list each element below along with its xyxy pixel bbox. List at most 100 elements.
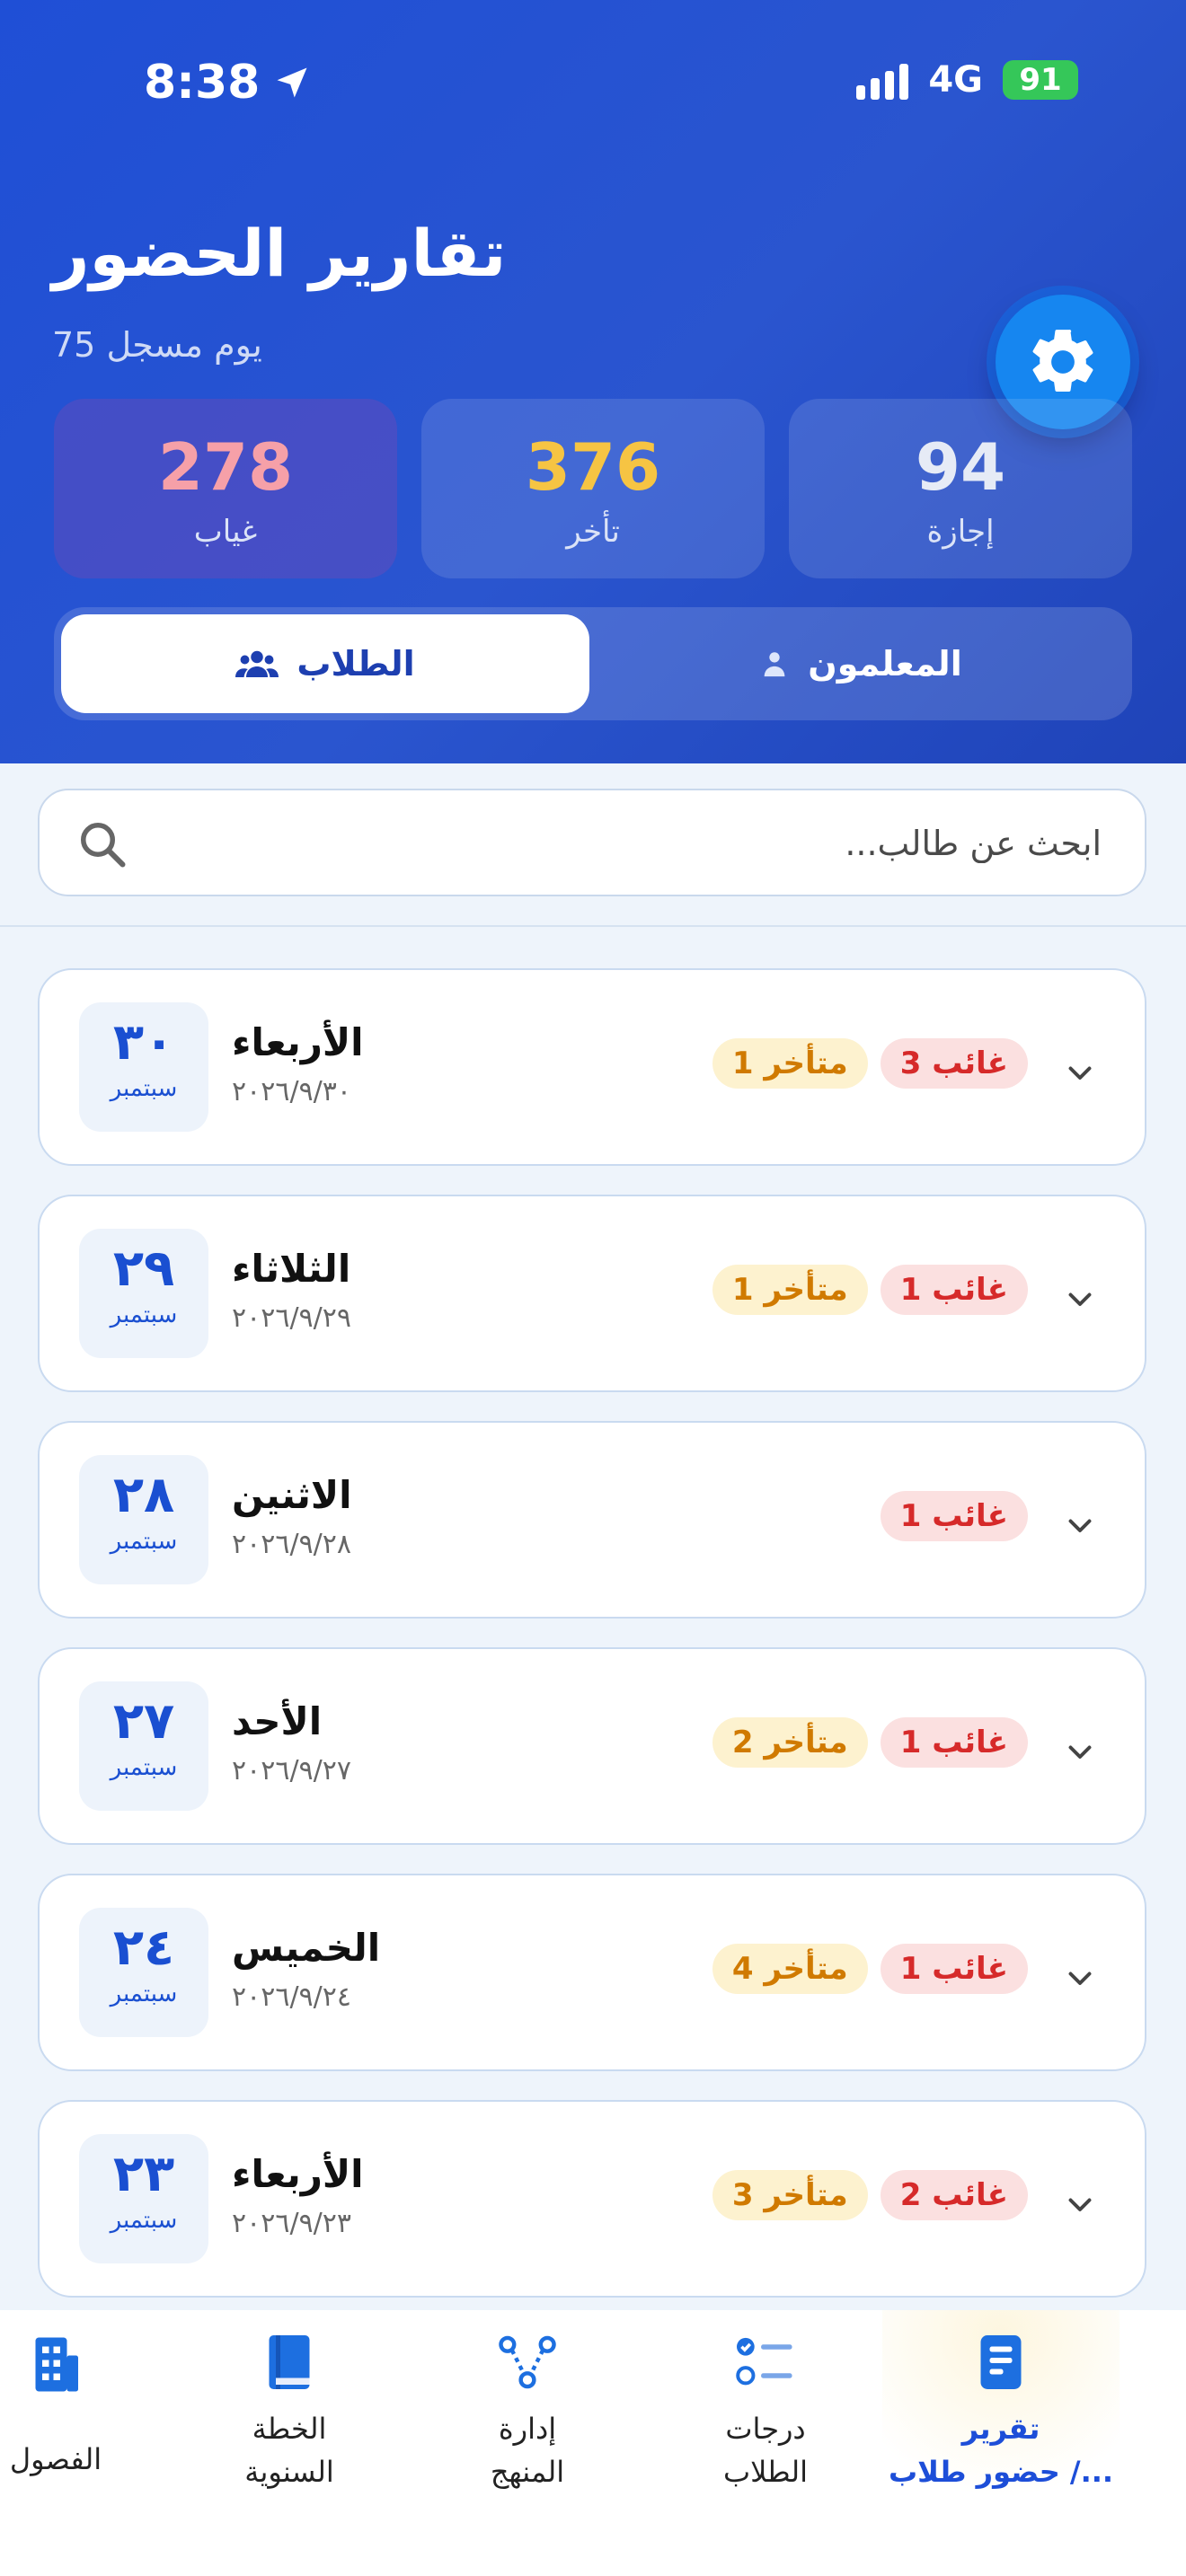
late-badge: 2 متأخر	[712, 1717, 868, 1768]
absent-badge: 1 غائب	[880, 1717, 1028, 1768]
month-name: سبتمبر	[110, 1075, 178, 1102]
stat-leave: 94 إجازة	[789, 399, 1132, 578]
weekday-name: الخميس	[232, 1926, 381, 1970]
date-box: ٢٤ سبتمبر	[79, 1908, 208, 2037]
month-name: سبتمبر	[110, 1528, 178, 1555]
full-date: ٢٠٢٦/٩/٢٧	[232, 1755, 352, 1786]
person-icon	[764, 652, 785, 677]
stat-leave-label: إجازة	[926, 514, 995, 550]
day-card[interactable]: ٢٤ سبتمبر الخميس ٢٠٢٦/٩/٢٤ 4 متأخر 1 غائب	[38, 1874, 1146, 2071]
month-name: سبتمبر	[110, 1981, 178, 2007]
nav-curriculum-label-2: المنهج	[490, 2455, 565, 2489]
date-box: ٢٨ سبتمبر	[79, 1455, 208, 1584]
month-name: سبتمبر	[110, 1754, 178, 1781]
tab-teachers[interactable]: المعلمون	[597, 614, 1125, 713]
full-date: ٢٠٢٦/٩/٢٩	[232, 1302, 352, 1334]
header: 8:38 4G 91 تقارير الحضور 75 يوم مسجل 94 …	[0, 0, 1186, 763]
badges: 4 متأخر 1 غائب	[712, 1944, 1028, 1994]
badges: 1 متأخر 1 غائب	[712, 1265, 1028, 1315]
date-box: ٢٣ سبتمبر	[79, 2134, 208, 2263]
divider	[0, 925, 1186, 927]
nav-annual-plan-label-2: السنوية	[244, 2455, 334, 2489]
nav-classes[interactable]: الفصول	[0, 2310, 174, 2576]
date-box: ٣٠ سبتمبر	[79, 1002, 208, 1132]
nav-attendance-report[interactable]: تقرير حضور طلاب /...	[882, 2310, 1120, 2576]
nav-curriculum[interactable]: إدارة المنهج	[409, 2310, 646, 2576]
nav-curriculum-label-1: إدارة	[498, 2412, 557, 2446]
absent-badge: 1 غائب	[880, 1265, 1028, 1315]
audience-toggle: المعلمون الطلاب	[54, 607, 1132, 720]
weekday-name: الأحد	[232, 1699, 323, 1743]
day-number: ٣٠	[112, 1013, 175, 1072]
weekday-name: الأربعاء	[232, 2152, 364, 2196]
day-number: ٢٤	[112, 1919, 175, 1977]
absent-badge: 2 غائب	[880, 2170, 1028, 2220]
day-card[interactable]: ٢٧ سبتمبر الأحد ٢٠٢٦/٩/٢٧ 2 متأخر 1 غائب	[38, 1647, 1146, 1845]
day-card[interactable]: ٢٨ سبتمبر الاثنين ٢٠٢٦/٩/٢٨ 1 غائب	[38, 1421, 1146, 1619]
weekday-name: الثلاثاء	[232, 1247, 351, 1291]
stat-absent: 278 غياب	[54, 399, 397, 578]
status-indicators: 4G 91	[856, 59, 1078, 101]
battery-icon: 91	[1003, 60, 1078, 100]
nav-attendance-report-label-2: حضور طلاب /...	[888, 2455, 1114, 2489]
badges: 2 متأخر 1 غائب	[712, 1717, 1028, 1768]
late-badge: 3 متأخر	[712, 2170, 868, 2220]
absent-badge: 1 غائب	[880, 1491, 1028, 1541]
gear-icon	[1032, 330, 1093, 392]
nav-attendance-report-label-1: تقرير	[961, 2412, 1040, 2446]
weekday-name: الأربعاء	[232, 1020, 364, 1064]
chevron-down-icon[interactable]	[1064, 1509, 1096, 1541]
nav-classes-label: الفصول	[9, 2442, 102, 2476]
date-box: ٢٩ سبتمبر	[79, 1229, 208, 1358]
clock: 8:38	[144, 56, 261, 110]
stat-late-value: 376	[525, 429, 661, 505]
search-icon	[81, 823, 126, 868]
report-icon	[980, 2335, 1022, 2389]
full-date: ٢٠٢٦/٩/٣٠	[232, 1076, 352, 1107]
chevron-down-icon[interactable]	[1064, 2188, 1096, 2220]
stat-late: 376 تأخر	[421, 399, 765, 578]
stat-late-label: تأخر	[566, 514, 620, 550]
day-number: ٢٣	[112, 2145, 175, 2203]
chevron-down-icon[interactable]	[1064, 1056, 1096, 1089]
nav-annual-plan-label-1: الخطة	[252, 2412, 327, 2446]
recorded-days: 75 يوم مسجل	[52, 325, 262, 365]
checklist-icon	[736, 2337, 792, 2386]
stat-absent-label: غياب	[193, 514, 258, 550]
day-card[interactable]: ٢٣ سبتمبر الأربعاء ٢٠٢٦/٩/٢٣ 3 متأخر 2 غائب	[38, 2100, 1146, 2298]
tab-students[interactable]: الطلاب	[61, 614, 589, 713]
absent-badge: 3 غائب	[880, 1038, 1028, 1089]
late-badge: 1 متأخر	[712, 1265, 868, 1315]
chevron-down-icon[interactable]	[1064, 1962, 1096, 1994]
chevron-down-icon[interactable]	[1064, 1735, 1096, 1768]
tab-students-label: الطلاب	[296, 644, 415, 684]
badges: 1 غائب	[880, 1491, 1028, 1541]
day-number: ٢٩	[112, 1239, 175, 1298]
day-number: ٢٧	[112, 1692, 175, 1751]
late-badge: 1 متأخر	[712, 1038, 868, 1089]
chevron-down-icon[interactable]	[1064, 1283, 1096, 1315]
status-time: 8:38	[144, 56, 312, 110]
full-date: ٢٠٢٦/٩/٢٤	[232, 1981, 352, 2013]
full-date: ٢٠٢٦/٩/٢٣	[232, 2208, 352, 2239]
book-icon	[269, 2335, 310, 2389]
date-box: ٢٧ سبتمبر	[79, 1681, 208, 1811]
day-card[interactable]: ٢٩ سبتمبر الثلاثاء ٢٠٢٦/٩/٢٩ 1 متأخر 1 غائب	[38, 1195, 1146, 1392]
flow-icon	[499, 2335, 556, 2389]
signal-icon	[856, 60, 909, 100]
nav-annual-plan[interactable]: الخطة السنوية	[171, 2310, 408, 2576]
full-date: ٢٠٢٦/٩/٢٨	[232, 1529, 352, 1560]
month-name: سبتمبر	[110, 1301, 178, 1328]
day-card[interactable]: ٣٠ سبتمبر الأربعاء ٢٠٢٦/٩/٣٠ 1 متأخر 3 غائب	[38, 968, 1146, 1166]
nav-student-grades[interactable]: درجات الطلاب	[647, 2310, 884, 2576]
badges: 1 متأخر 3 غائب	[712, 1038, 1028, 1089]
day-number: ٢٨	[112, 1466, 175, 1524]
search-bar	[38, 789, 1146, 896]
badges: 3 متأخر 2 غائب	[712, 2170, 1028, 2220]
bottom-navigation: الفصول الخطة السنوية إدارة المنهج درجات …	[0, 2310, 1186, 2576]
stat-leave-value: 94	[915, 429, 1006, 505]
month-name: سبتمبر	[110, 2207, 178, 2234]
nav-student-grades-label-1: درجات	[725, 2412, 806, 2446]
search-input[interactable]	[147, 807, 1103, 880]
building-icon	[35, 2337, 78, 2392]
